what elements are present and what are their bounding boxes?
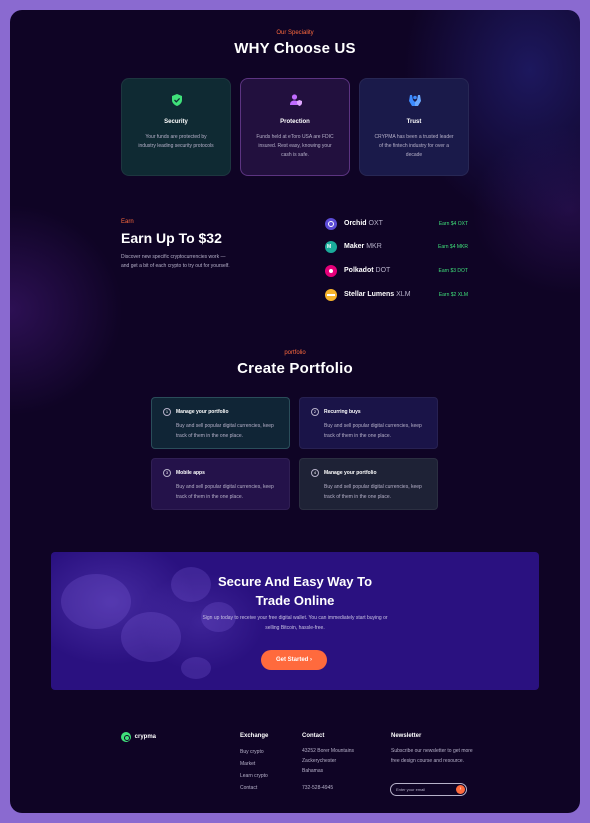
footer-exchange-title: Exchange: [240, 733, 269, 739]
footer-link[interactable]: Buy crypto: [240, 746, 268, 758]
feature-title: Security: [164, 119, 188, 125]
footer-link[interactable]: Learn crypto: [240, 770, 268, 782]
feature-desc: CRYPMA has been a trusted leader of the …: [374, 134, 454, 158]
footer-contact-info: 43252 Borer Mountains Zackerychester Bah…: [302, 746, 354, 794]
step-number: 1: [163, 408, 171, 416]
earn-eyebrow: Earn: [121, 219, 134, 225]
portfolio-card-title: Manage your portfolio: [176, 409, 229, 415]
orchid-icon: [325, 218, 337, 230]
coin-name: Polkadot DOT: [344, 267, 391, 274]
portfolio-card-desc: Buy and sell popular digital currencies,…: [324, 484, 422, 500]
portfolio-card[interactable]: 4 Manage your portfolio Buy and sell pop…: [299, 458, 438, 510]
coin-row-maker[interactable]: M Maker MKR Earn $4 MKR: [325, 241, 468, 253]
arrow-right-icon[interactable]: ›: [456, 785, 465, 794]
footer-brand[interactable]: crypma: [121, 732, 156, 742]
user-shield-icon: [290, 94, 302, 106]
feature-desc: Your funds are protected by industry lea…: [138, 134, 214, 149]
portfolio-card-desc: Buy and sell popular digital currencies,…: [176, 484, 274, 500]
chevron-right-icon: ›: [310, 657, 312, 663]
footer-newsletter-title: Newsletter: [391, 733, 422, 739]
coin-name: Maker MKR: [344, 243, 382, 250]
why-eyebrow: Our Speciality: [276, 30, 314, 36]
get-started-button[interactable]: Get Started ›: [261, 650, 327, 670]
coin-name: Orchid OXT: [344, 220, 383, 227]
portfolio-card-title: Mobile apps: [176, 470, 205, 476]
coin-name: Stellar Lumens XLM: [344, 291, 411, 298]
coin-earn: Earn $3 DOT: [438, 268, 468, 274]
newsletter-email-field[interactable]: Enter your email ›: [390, 783, 467, 796]
feature-title: Protection: [280, 119, 310, 125]
address-line: Bahamas: [302, 768, 324, 774]
portfolio-eyebrow: portfolio: [284, 350, 306, 356]
footer-link[interactable]: Market: [240, 758, 268, 770]
portfolio-card[interactable]: 2 Recurring buys Buy and sell popular di…: [299, 397, 438, 449]
polkadot-icon: [325, 265, 337, 277]
portfolio-title: Create Portfolio: [237, 360, 353, 377]
decor-blob: [181, 657, 211, 679]
portfolio-card-title: Manage your portfolio: [324, 470, 377, 476]
coin-earn: Earn $4 MKR: [437, 244, 468, 250]
step-number: 4: [311, 469, 319, 477]
why-title: WHY Choose US: [234, 40, 356, 57]
step-number: 3: [163, 469, 171, 477]
feature-desc: Funds held at eToro USA are FDIC insured…: [256, 134, 334, 158]
address-line: 43252 Borer Mountains: [302, 748, 354, 754]
page: Our Speciality WHY Choose US Security Yo…: [10, 10, 580, 813]
portfolio-card[interactable]: 3 Mobile apps Buy and sell popular digit…: [151, 458, 290, 510]
coin-earn: Earn $2 XLM: [438, 292, 468, 298]
coin-earn: Earn $4 OXT: [438, 221, 468, 227]
feature-card-trust[interactable]: Trust CRYPMA has been a trusted leader o…: [359, 78, 469, 176]
portfolio-card-desc: Buy and sell popular digital currencies,…: [176, 423, 274, 439]
cta-desc: Sign up today to receive your free digit…: [202, 615, 388, 631]
maker-icon: M: [325, 241, 337, 253]
decor-blob: [121, 612, 181, 662]
address-line: Zackerychester: [302, 758, 337, 764]
stellar-icon: [325, 289, 337, 301]
portfolio-card-title: Recurring buys: [324, 409, 361, 415]
earn-desc: Discover new specific cryptocurrencies w…: [121, 254, 230, 269]
newsletter-desc: Subscribe our newsletter to get more fre…: [391, 748, 473, 764]
email-placeholder: Enter your email: [396, 787, 426, 792]
logo-icon: [121, 732, 131, 742]
portfolio-card-desc: Buy and sell popular digital currencies,…: [324, 423, 422, 439]
coin-row-polkadot[interactable]: Polkadot DOT Earn $3 DOT: [325, 265, 468, 277]
step-number: 2: [311, 408, 319, 416]
portfolio-card[interactable]: 1 Manage your portfolio Buy and sell pop…: [151, 397, 290, 449]
phone[interactable]: 732-528-4945: [302, 782, 354, 794]
coin-row-stellar[interactable]: Stellar Lumens XLM Earn $2 XLM: [325, 289, 468, 301]
shield-icon: [172, 94, 182, 106]
coin-row-orchid[interactable]: Orchid OXT Earn $4 OXT: [325, 218, 468, 230]
footer-contact-title: Contact: [302, 733, 325, 739]
cta-title: Secure And Easy Way To Trade Online: [217, 574, 373, 608]
feature-card-security[interactable]: Security Your funds are protected by ind…: [121, 78, 231, 176]
footer-link[interactable]: Contact: [240, 782, 268, 794]
footer-exchange-links: Buy crypto Market Learn crypto Contact: [240, 746, 268, 794]
feature-card-protection[interactable]: Protection Funds held at eToro USA are F…: [240, 78, 350, 176]
cta-banner: Secure And Easy Way To Trade Online Sign…: [51, 552, 539, 690]
feature-title: Trust: [406, 119, 422, 125]
hands-icon: [409, 95, 421, 106]
earn-title: Earn Up To $32: [121, 230, 222, 246]
